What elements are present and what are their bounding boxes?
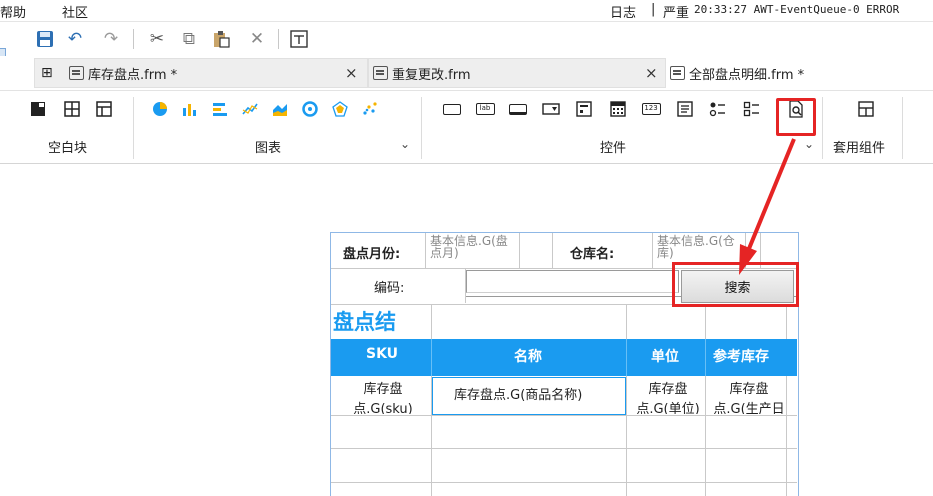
date-widget-icon[interactable]: [574, 99, 594, 119]
separator: [278, 29, 279, 49]
tab-inventory-count[interactable]: ⊞ 库存盘点.frm * ×: [34, 58, 368, 88]
close-icon[interactable]: ✕: [246, 28, 268, 50]
chevron-down-icon[interactable]: ⌄: [804, 137, 814, 151]
absolute-block-icon[interactable]: [28, 99, 48, 119]
label-widget-icon[interactable]: lab: [475, 99, 495, 119]
tab-repeat-change[interactable]: 重复更改.frm ×: [368, 58, 666, 88]
quick-toolbar: ↶ ↷ ✂ ⧉ ✕: [0, 22, 933, 90]
grid-line: [431, 376, 432, 496]
grid-line: [626, 305, 627, 339]
highlight-box-icon: [776, 98, 816, 136]
highlight-box-button: [672, 262, 799, 307]
cell-unit[interactable]: 库存盘点.G(单位): [631, 380, 705, 414]
radio-group-widget-icon[interactable]: [708, 99, 728, 119]
warehouse-field[interactable]: 基本信息.G(仓库): [657, 233, 743, 263]
tab-label: 重复更改.frm: [392, 67, 471, 83]
cell-stock[interactable]: 库存盘点.G(生产日: [712, 380, 786, 414]
separator: [133, 29, 134, 49]
group-label-component: 套用组件: [833, 141, 886, 156]
gauge-chart-icon[interactable]: [300, 99, 320, 119]
column-header-stock: 参考库存: [713, 349, 769, 365]
scatter-chart-icon[interactable]: [360, 99, 380, 119]
tab-label: 全部盘点明细.frm *: [689, 67, 805, 83]
menu-community[interactable]: 社区: [62, 2, 88, 21]
bar-chart-icon[interactable]: [180, 99, 200, 119]
log-link[interactable]: 日志: [610, 2, 636, 21]
number-widget-icon[interactable]: 123: [641, 99, 661, 119]
redo-icon[interactable]: ↷: [100, 28, 122, 50]
grid-line: [626, 376, 627, 496]
copy-icon[interactable]: ⧉: [178, 28, 200, 50]
file-icon: [373, 66, 388, 80]
grid-line: [331, 415, 797, 416]
grid-line: [552, 233, 553, 268]
separator: [133, 97, 134, 159]
grid-line: [331, 448, 797, 449]
cell-sku[interactable]: 库存盘点.G(sku): [336, 380, 430, 414]
separator: [902, 97, 903, 159]
component-icon[interactable]: [856, 99, 876, 119]
tab-close-icon[interactable]: ×: [645, 64, 658, 82]
button-widget-icon[interactable]: [442, 99, 462, 119]
grid-line: [626, 339, 627, 376]
group-label-widget: 控件: [600, 141, 627, 156]
pie-chart-icon[interactable]: [150, 99, 170, 119]
grid-line: [652, 233, 653, 268]
table-block-icon[interactable]: [62, 99, 82, 119]
separator: [421, 97, 422, 159]
textbox-widget-icon[interactable]: [508, 99, 528, 119]
grid-line: [425, 233, 426, 268]
textarea-widget-icon[interactable]: [675, 99, 695, 119]
grid-line: [786, 376, 787, 496]
dropdown-widget-icon[interactable]: [541, 99, 561, 119]
line-chart-icon[interactable]: [240, 99, 260, 119]
tab-bar: ⊞ 库存盘点.frm * × 重复更改.frm × 全部盘点明细.frm *: [0, 56, 933, 90]
menu-bar: 帮助 社区 日志 | 严重 20:33:27 AWT-EventQueue-0 …: [0, 0, 933, 22]
severity-label: 严重: [663, 6, 690, 21]
tab-block-icon[interactable]: [94, 99, 114, 119]
grid-icon: ⊞: [41, 65, 53, 81]
grid-line: [431, 339, 432, 376]
tab-label: 库存盘点.frm *: [88, 67, 178, 83]
grid-line: [431, 305, 432, 339]
paste-icon[interactable]: [210, 28, 232, 50]
group-label-blank: 空白块: [48, 141, 88, 156]
template-icon[interactable]: [288, 28, 310, 50]
save-icon[interactable]: [34, 28, 56, 50]
code-label: 编码:: [374, 280, 405, 296]
grid-line: [705, 339, 706, 376]
calendar-widget-icon[interactable]: [608, 99, 628, 119]
chevron-down-icon[interactable]: ⌄: [400, 137, 410, 151]
tab-all-count-detail[interactable]: 全部盘点明细.frm *: [666, 58, 933, 88]
column-header-unit: 单位: [651, 349, 679, 365]
checkbox-group-widget-icon[interactable]: [742, 99, 762, 119]
grid-line: [331, 482, 797, 483]
warehouse-label: 仓库名:: [570, 246, 615, 262]
file-icon: [670, 66, 685, 80]
grid-line: [519, 233, 520, 268]
result-title: 盘点结: [333, 310, 396, 334]
column-header-sku: SKU: [366, 346, 399, 362]
month-label: 盘点月份:: [343, 246, 401, 262]
group-label-chart: 图表: [255, 141, 282, 156]
divider: |: [651, 2, 656, 17]
grid-line: [705, 376, 706, 496]
undo-icon[interactable]: ↶: [64, 28, 86, 50]
grid-line: [705, 305, 706, 339]
separator: [822, 97, 823, 159]
tab-close-icon[interactable]: ×: [345, 64, 358, 82]
area-chart-icon[interactable]: [270, 99, 290, 119]
radar-chart-icon[interactable]: [330, 99, 350, 119]
code-input[interactable]: [466, 270, 679, 293]
column-header-name: 名称: [514, 349, 542, 365]
menu-help[interactable]: 帮助: [0, 2, 26, 21]
status-message: 20:33:27 AWT-EventQueue-0 ERROR: [694, 3, 900, 16]
horizontal-bar-icon[interactable]: [210, 99, 230, 119]
month-field[interactable]: 基本信息.G(盘点月): [430, 233, 518, 268]
grid-line: [786, 305, 787, 339]
file-icon: [69, 66, 84, 80]
cut-icon[interactable]: ✂: [146, 28, 168, 50]
